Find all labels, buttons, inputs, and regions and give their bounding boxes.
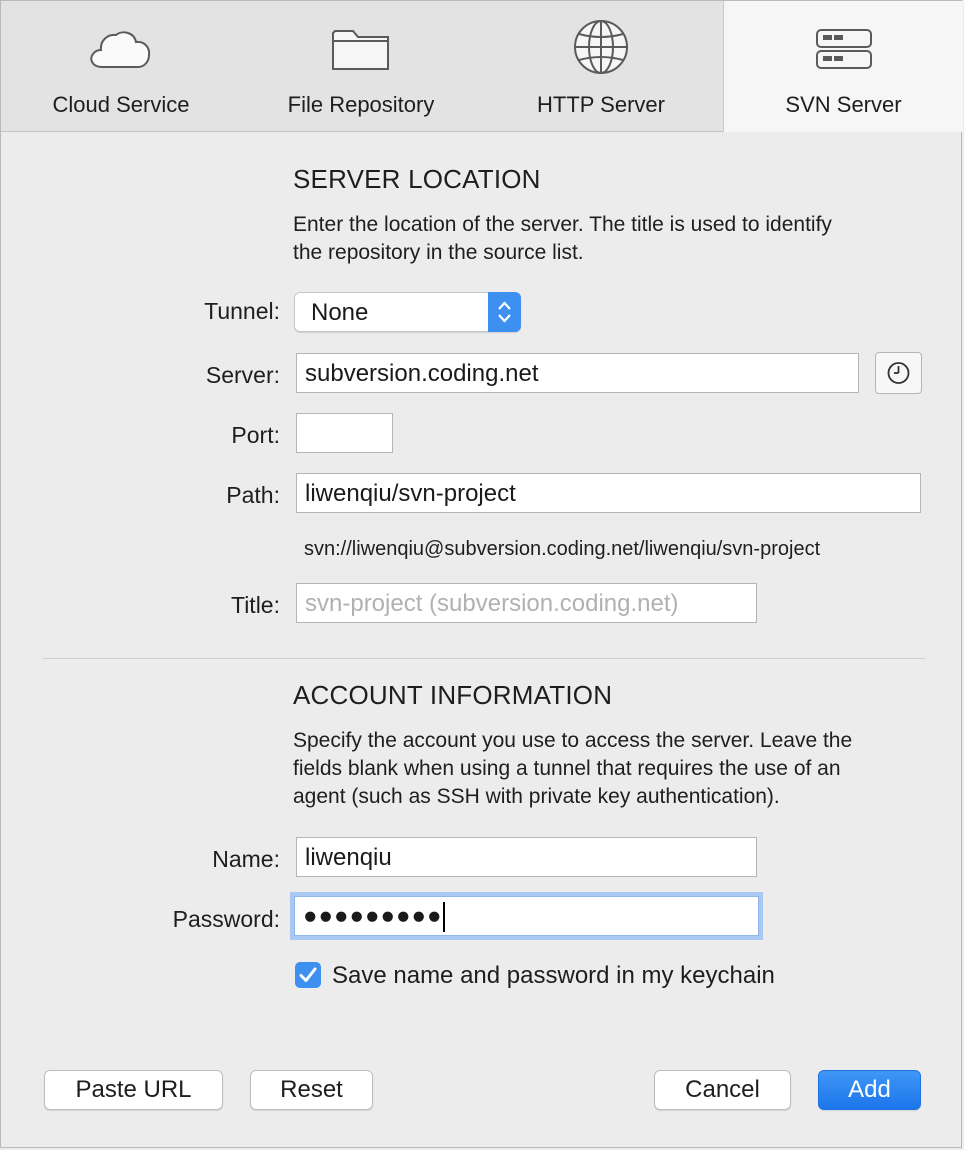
save-keychain-checkbox[interactable] [295, 962, 321, 988]
save-keychain-label[interactable]: Save name and password in my keychain [332, 962, 775, 990]
password-masked-value: ●●●●●●●●● [303, 902, 443, 930]
server-location-heading: SERVER LOCATION [293, 164, 541, 194]
tunnel-select-value: None [311, 299, 369, 326]
reset-button[interactable]: Reset [250, 1070, 373, 1110]
tunnel-select[interactable]: None [294, 292, 521, 332]
title-label: Title: [231, 592, 280, 618]
text-caret [443, 902, 446, 932]
server-location-description-line-1: Enter the location of the server. The ti… [293, 213, 832, 236]
tab-cloud-service[interactable]: Cloud Service [1, 1, 241, 131]
checkmark-icon [299, 967, 317, 982]
cancel-button[interactable]: Cancel [654, 1070, 791, 1110]
tab-label: File Repository [287, 92, 435, 117]
section-divider [43, 658, 925, 659]
cloud-icon [1, 23, 241, 83]
tab-file-repository[interactable]: File Repository [241, 1, 481, 131]
tab-label: Cloud Service [52, 92, 190, 117]
password-label: Password: [172, 906, 280, 932]
tab-svn-server[interactable]: SVN Server [723, 1, 963, 132]
account-description-line-2: fields blank when using a tunnel that re… [293, 757, 841, 780]
tab-http-server[interactable]: HTTP Server [481, 1, 721, 131]
svn-server-dialog: Cloud Service File Repository HTTP Serve… [0, 0, 963, 1148]
tunnel-label: Tunnel: [204, 298, 280, 324]
globe-icon [481, 20, 721, 83]
title-input[interactable]: svn-project (subversion.coding.net) [296, 583, 757, 623]
paste-url-button[interactable]: Paste URL [44, 1070, 223, 1110]
password-input[interactable]: ●●●●●●●●● [294, 896, 759, 936]
name-label: Name: [212, 846, 280, 872]
server-history-button[interactable] [875, 352, 922, 394]
account-description-line-1: Specify the account you use to access th… [293, 729, 853, 752]
port-label: Port: [231, 422, 280, 448]
server-location-description-line-2: the repository in the source list. [293, 241, 584, 264]
path-input[interactable]: liwenqiu/svn-project [296, 473, 921, 513]
tab-label: HTTP Server [537, 92, 665, 117]
repository-url-preview: svn://liwenqiu@subversion.coding.net/liw… [304, 538, 821, 560]
server-input[interactable]: subversion.coding.net [296, 353, 859, 393]
server-icon [724, 23, 963, 83]
folder-icon [241, 23, 481, 83]
path-label: Path: [226, 482, 280, 508]
name-input[interactable]: liwenqiu [296, 837, 757, 877]
updown-chevron-icon [488, 292, 521, 332]
source-type-toolbar: Cloud Service File Repository HTTP Serve… [1, 1, 963, 132]
account-description-line-3: agent (such as SSH with private key auth… [293, 785, 780, 808]
clock-icon [887, 362, 910, 384]
account-information-heading: ACCOUNT INFORMATION [293, 680, 613, 710]
add-button[interactable]: Add [818, 1070, 921, 1110]
port-input[interactable] [296, 413, 393, 453]
tab-label: SVN Server [785, 92, 902, 117]
server-label: Server: [205, 362, 280, 388]
